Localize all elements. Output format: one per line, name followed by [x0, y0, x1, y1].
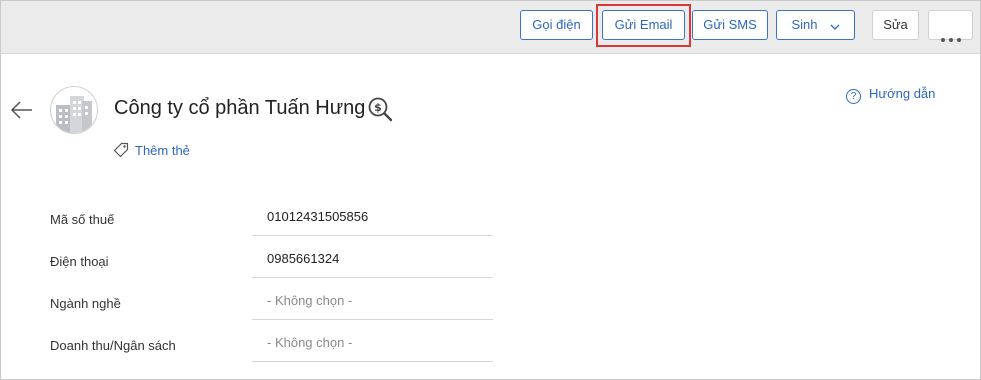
company-name-title: Công ty cổ phần Tuấn Hưng	[114, 97, 366, 119]
revenue-budget-label: Doanh thu/Ngân sách	[50, 338, 176, 353]
add-tag-link[interactable]: Thêm thẻ	[113, 142, 190, 158]
dollar-search-icon[interactable]: $	[367, 96, 393, 122]
tax-code-label: Mã số thuế	[50, 212, 115, 227]
back-arrow-icon[interactable]	[9, 97, 35, 123]
industry-label: Ngành nghề	[50, 296, 121, 311]
more-options-button[interactable]	[928, 10, 973, 42]
add-tag-label: Thêm thẻ	[135, 143, 190, 158]
industry-select[interactable]: - Không chọn -	[252, 282, 493, 320]
help-label: Hướng dẫn	[869, 86, 936, 101]
send-sms-button[interactable]: Gửi SMS	[692, 10, 768, 40]
phone-label: Điện thoại	[50, 254, 109, 269]
email-button-highlight	[596, 4, 691, 47]
phone-value[interactable]: 0985661324	[252, 240, 493, 278]
help-link[interactable]: ? Hướng dẫn	[846, 86, 935, 104]
generate-dropdown-button[interactable]: Sinh	[776, 10, 855, 40]
call-button[interactable]: Gọi điện	[520, 10, 593, 40]
tag-icon	[113, 142, 129, 158]
more-dots-icon	[929, 24, 972, 52]
company-avatar	[50, 86, 98, 134]
svg-text:$: $	[374, 101, 382, 114]
question-circle-icon: ?	[846, 89, 861, 104]
building-icon	[56, 96, 92, 133]
edit-button[interactable]: Sửa	[872, 10, 919, 40]
chevron-down-icon	[830, 12, 840, 40]
record-detail-window: Gọi điện Gửi Email Gửi SMS Sinh Sửa Công…	[0, 0, 981, 380]
generate-label: Sinh	[791, 17, 818, 32]
action-toolbar: Gọi điện Gửi Email Gửi SMS Sinh Sửa	[1, 1, 980, 54]
tax-code-value[interactable]: 01012431505856	[252, 198, 493, 236]
revenue-budget-select[interactable]: - Không chọn -	[252, 324, 493, 362]
